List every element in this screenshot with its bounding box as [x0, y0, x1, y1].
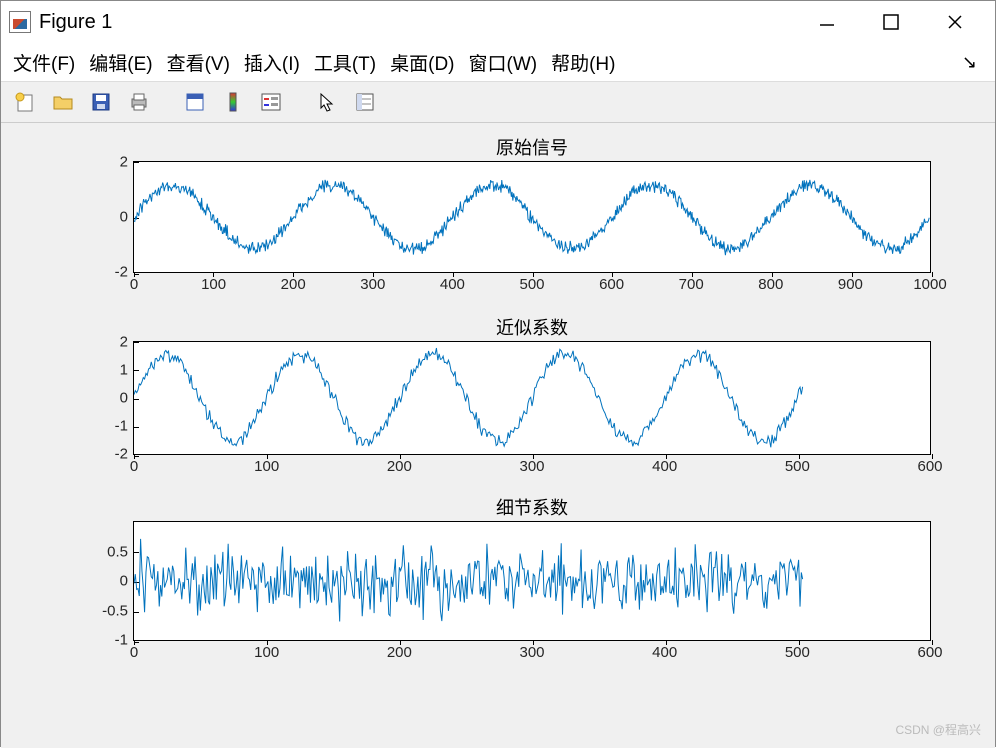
- figure-area: CSDN @程高兴 原始信号-2020100200300400500600700…: [1, 123, 995, 748]
- plot-0: 原始信号-20201002003004005006007008009001000: [133, 161, 931, 273]
- legend-icon[interactable]: [255, 88, 287, 116]
- new-figure-icon[interactable]: [9, 88, 41, 116]
- xtick-label: 900: [838, 272, 863, 293]
- menu-edit[interactable]: 编辑(E): [89, 49, 152, 76]
- print-icon[interactable]: [123, 88, 155, 116]
- series-line: [134, 539, 803, 622]
- inspector-icon[interactable]: [349, 88, 381, 116]
- ytick-label: 2: [120, 154, 134, 171]
- xtick-label: 500: [785, 640, 810, 661]
- series-line: [134, 180, 929, 255]
- ytick-label: 0: [120, 209, 134, 226]
- menu-view[interactable]: 查看(V): [167, 49, 230, 76]
- titlebar: Figure 1: [1, 1, 995, 43]
- plot-1: 近似系数-2-10120100200300400500600: [133, 341, 931, 455]
- plot-2: 细节系数-1-0.500.50100200300400500600: [133, 521, 931, 641]
- save-icon[interactable]: [85, 88, 117, 116]
- ytick-label: -1: [115, 418, 134, 435]
- open-icon[interactable]: [47, 88, 79, 116]
- close-button[interactable]: [941, 8, 969, 36]
- xtick-label: 500: [785, 454, 810, 475]
- xtick-label: 600: [917, 640, 942, 661]
- plot-title: 原始信号: [496, 134, 568, 160]
- print-preview-icon[interactable]: [179, 88, 211, 116]
- menu-tools[interactable]: 工具(T): [314, 49, 376, 76]
- menu-help[interactable]: 帮助(H): [551, 49, 615, 76]
- ytick-label: 0.5: [107, 543, 134, 560]
- window-controls: [813, 8, 987, 36]
- matlab-icon: [9, 11, 31, 33]
- xtick-label: 600: [917, 454, 942, 475]
- menu-file[interactable]: 文件(F): [13, 49, 75, 76]
- toolbar: [1, 81, 995, 123]
- maximize-button[interactable]: [877, 8, 905, 36]
- plot-title: 细节系数: [496, 494, 568, 520]
- rotate-icon[interactable]: ↘: [962, 52, 983, 73]
- series-line: [134, 348, 803, 447]
- ytick-label: 2: [120, 334, 134, 351]
- watermark: CSDN @程高兴: [895, 721, 981, 738]
- colorbar-icon[interactable]: [217, 88, 249, 116]
- menubar: 文件(F) 编辑(E) 查看(V) 插入(I) 工具(T) 桌面(D) 窗口(W…: [1, 43, 995, 81]
- minimize-button[interactable]: [813, 8, 841, 36]
- menu-insert[interactable]: 插入(I): [244, 49, 300, 76]
- menu-window[interactable]: 窗口(W): [469, 49, 538, 76]
- ytick-label: 0: [120, 573, 134, 590]
- xtick-label: 1000: [913, 272, 946, 293]
- ytick-label: 0: [120, 390, 134, 407]
- pointer-icon[interactable]: [311, 88, 343, 116]
- ytick-label: -0.5: [102, 602, 134, 619]
- menu-desktop[interactable]: 桌面(D): [390, 49, 454, 76]
- ytick-label: 1: [120, 362, 134, 379]
- xtick-label: 800: [758, 272, 783, 293]
- plot-title: 近似系数: [496, 314, 568, 340]
- window-title: Figure 1: [39, 11, 112, 34]
